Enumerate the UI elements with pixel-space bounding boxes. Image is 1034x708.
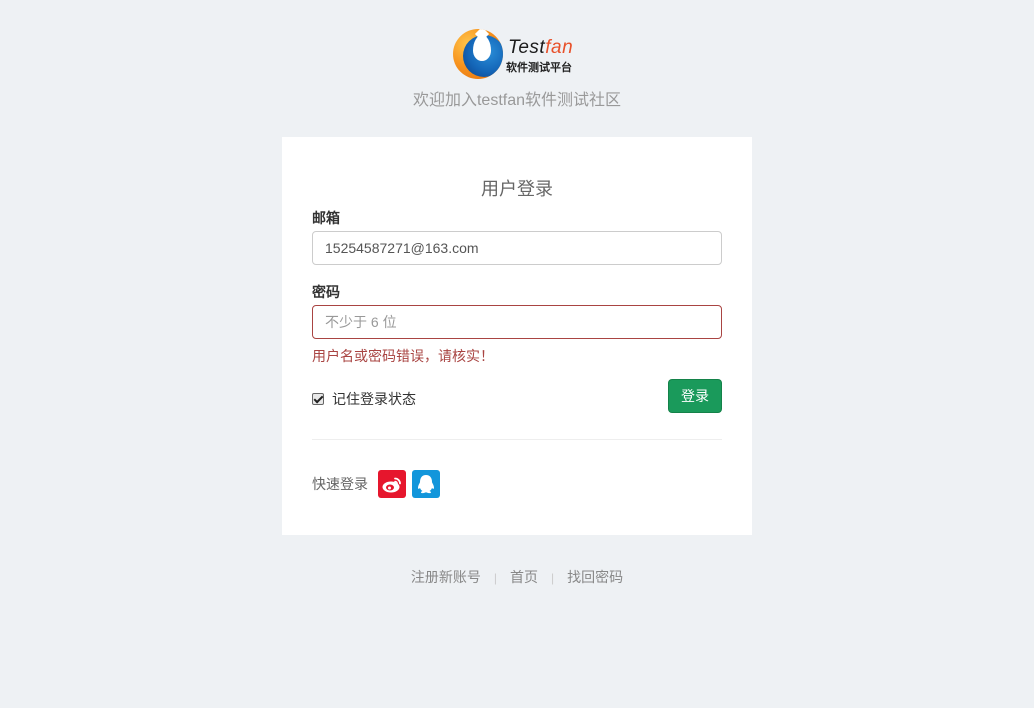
welcome-text: 欢迎加入testfan软件测试社区	[412, 92, 622, 109]
weibo-icon	[382, 477, 401, 493]
qq-icon	[418, 475, 434, 494]
password-input[interactable]	[312, 305, 722, 339]
email-input[interactable]	[312, 231, 722, 265]
recover-password-link[interactable]: 找回密码	[567, 569, 623, 585]
testfan-logo-icon	[453, 29, 503, 79]
remember-login[interactable]: 记住登录状态	[312, 391, 416, 407]
divider	[312, 439, 722, 440]
logo-subtitle: 软件测试平台	[506, 62, 572, 74]
weibo-login-button[interactable]	[378, 470, 406, 498]
login-card: 用户登录 邮箱 密码 用户名或密码错误，请核实！ 记住登录状态 登录 快速登录	[282, 137, 752, 535]
quick-login: 快速登录	[312, 470, 446, 498]
logo-brand-suffix: fan	[545, 37, 574, 58]
login-error-message: 用户名或密码错误，请核实！	[312, 348, 494, 364]
testfan-logo[interactable]: Testfan 软件测试平台	[453, 29, 583, 81]
login-button[interactable]: 登录	[668, 379, 722, 413]
footer-separator: |	[551, 571, 555, 585]
password-label: 密码	[312, 284, 340, 300]
remember-checkbox[interactable]	[312, 393, 324, 405]
logo-brand-prefix: Test	[508, 37, 546, 58]
register-link[interactable]: 注册新账号	[411, 569, 481, 585]
qq-login-button[interactable]	[412, 470, 440, 498]
home-link[interactable]: 首页	[510, 569, 538, 585]
footer-separator: |	[493, 571, 497, 585]
login-card-title: 用户登录	[481, 179, 553, 199]
remember-label[interactable]: 记住登录状态	[332, 389, 416, 409]
footer-links: 注册新账号 | 首页 | 找回密码	[0, 567, 1034, 587]
quick-login-label: 快速登录	[312, 476, 368, 492]
email-label: 邮箱	[312, 210, 340, 226]
logo-brand-name: Testfan	[508, 37, 573, 59]
